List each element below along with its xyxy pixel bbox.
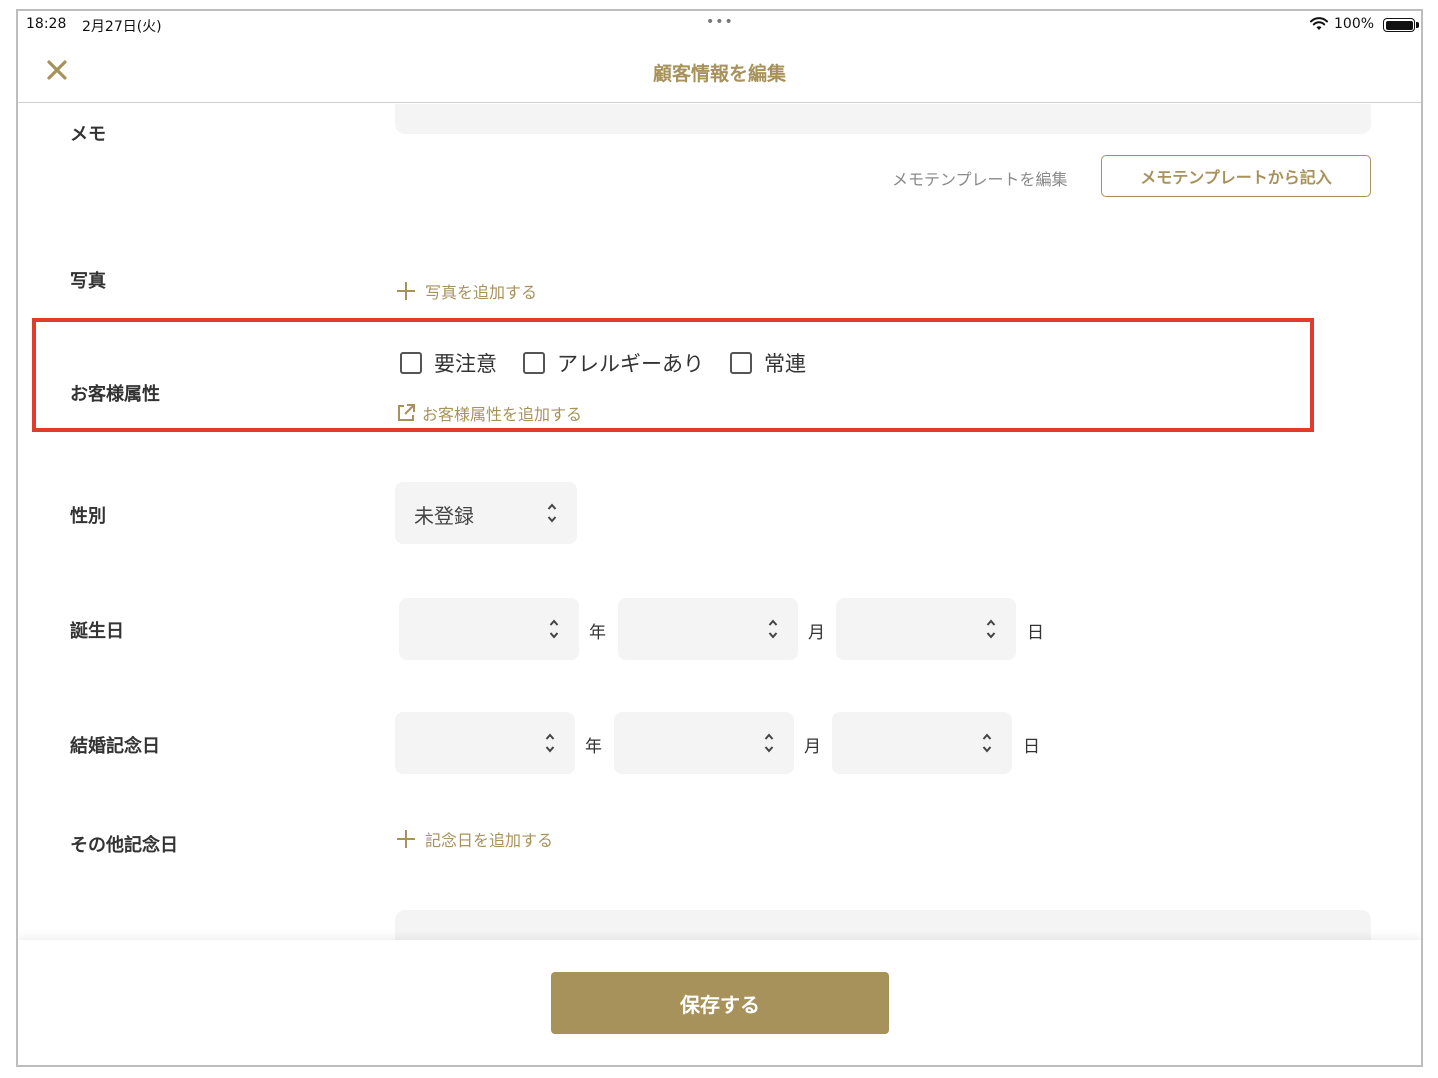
add-customer-attribute-link[interactable]: お客様属性を追加する [396, 401, 582, 425]
wedding-year-select[interactable] [395, 712, 575, 774]
status-bar: 18:28 2月27日(火) ••• 100% [18, 11, 1421, 39]
battery-percentage: 100% [1334, 16, 1375, 32]
checkbox-square[interactable] [400, 352, 422, 374]
form-scroll-area[interactable]: メモ メモテンプレートを編集 メモテンプレートから記入 写真 写真を追加する お… [18, 104, 1421, 940]
select-arrows-icon [986, 619, 996, 639]
page-title: 顧客情報を編集 [652, 63, 786, 85]
birthday-year-unit: 年 [589, 623, 606, 643]
gender-label: 性別 [70, 506, 106, 527]
birthday-year-select[interactable] [399, 598, 579, 660]
select-arrows-icon [545, 733, 555, 753]
wedding-year-unit: 年 [585, 737, 602, 757]
memo-label: メモ [70, 124, 106, 145]
plus-icon [397, 830, 415, 848]
status-time: 18:28 [26, 16, 67, 32]
status-date: 2月27日(火) [82, 19, 162, 35]
wedding-day-select[interactable] [832, 712, 1012, 774]
checkbox-square[interactable] [730, 352, 752, 374]
checkbox-label: 常連 [764, 352, 806, 376]
checkbox-label: 要注意 [434, 352, 497, 376]
wedding-month-unit: 月 [804, 737, 821, 757]
navigation-bar: 顧客情報を編集 [18, 39, 1421, 103]
wifi-icon [1310, 17, 1328, 30]
add-anniversary-link[interactable]: 記念日を追加する [397, 827, 553, 851]
add-photo-link[interactable]: 写真を追加する [397, 279, 537, 303]
birthday-day-unit: 日 [1027, 623, 1044, 643]
save-button[interactable]: 保存する [551, 972, 889, 1034]
select-arrows-icon [768, 619, 778, 639]
gender-select[interactable]: 未登録 [395, 482, 577, 544]
wedding-anniversary-label: 結婚記念日 [70, 736, 160, 757]
select-arrows-icon [547, 503, 557, 523]
checkbox-regular[interactable]: 常連 [730, 348, 806, 378]
multitask-dots[interactable]: ••• [706, 14, 734, 30]
add-anniversary-text: 記念日を追加する [425, 831, 554, 850]
birthday-day-select[interactable] [836, 598, 1016, 660]
fill-from-template-button[interactable]: メモテンプレートから記入 [1101, 155, 1371, 197]
select-arrows-icon [982, 733, 992, 753]
checkbox-caution[interactable]: 要注意 [400, 348, 497, 378]
birthday-label: 誕生日 [70, 621, 124, 642]
select-arrows-icon [764, 733, 774, 753]
footer-bar: 保存する [18, 940, 1421, 1065]
checkbox-square[interactable] [523, 352, 545, 374]
edit-memo-template-link[interactable]: メモテンプレートを編集 [892, 166, 1068, 190]
wedding-day-unit: 日 [1023, 737, 1040, 757]
battery-icon [1383, 18, 1419, 32]
customer-attribute-checkboxes: 要注意 アレルギーあり 常連 [400, 348, 832, 378]
device-frame: 18:28 2月27日(火) ••• 100% 顧客情報を編集 メモ メモテンプ… [16, 9, 1423, 1067]
external-link-icon [398, 404, 415, 421]
checkbox-allergy[interactable]: アレルギーあり [523, 348, 704, 378]
customer-attributes-label: お客様属性 [70, 384, 160, 405]
select-arrows-icon [549, 619, 559, 639]
birthday-month-unit: 月 [808, 623, 825, 643]
gender-value: 未登録 [414, 504, 474, 528]
birthday-month-select[interactable] [618, 598, 798, 660]
wedding-month-select[interactable] [614, 712, 794, 774]
features-textarea[interactable]: 特徴 [395, 910, 1371, 940]
photo-label: 写真 [70, 271, 106, 292]
checkbox-label: アレルギーあり [557, 352, 704, 376]
other-anniversary-label: その他記念日 [70, 835, 178, 856]
add-customer-attribute-text: お客様属性を追加する [422, 405, 583, 424]
memo-textarea[interactable] [395, 104, 1371, 134]
add-photo-text: 写真を追加する [425, 283, 538, 302]
plus-icon [397, 282, 415, 300]
